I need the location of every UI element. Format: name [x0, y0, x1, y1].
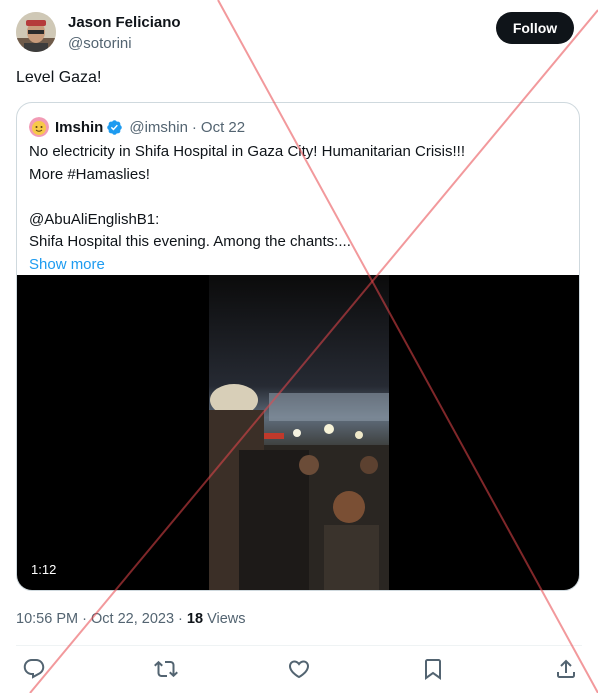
quoted-line: More #Hamaslies!	[29, 165, 150, 183]
quoted-date[interactable]: Oct 22	[201, 119, 245, 136]
quoted-avatar[interactable]	[29, 117, 49, 137]
author-name[interactable]: Jason Feliciano	[68, 14, 181, 31]
reply-icon[interactable]	[22, 657, 46, 681]
retweet-icon[interactable]	[154, 657, 178, 681]
video-thumbnail	[209, 275, 389, 590]
quoted-header: Imshin @imshin · Oct 22	[29, 117, 245, 137]
views-label: Views	[207, 611, 246, 627]
meta-separator: ·	[178, 611, 183, 627]
quoted-line: No electricity in Shifa Hospital in Gaza…	[29, 143, 465, 160]
quoted-text: No electricity in Shifa Hospital in Gaza…	[29, 141, 559, 276]
quoted-handle[interactable]: @imshin	[129, 119, 188, 136]
tweet-time[interactable]: 10:56 PM	[16, 611, 78, 627]
show-more-link[interactable]: Show more	[29, 254, 559, 277]
quoted-line: @AbuAliEnglishB1:	[29, 210, 160, 228]
meta-separator: ·	[191, 118, 197, 136]
tweet-timestamp: 10:56 PM · Oct 22, 2023 · 18 Views	[16, 611, 246, 627]
video-duration: 1:12	[31, 562, 57, 577]
divider	[16, 645, 582, 646]
meta-separator: ·	[82, 611, 87, 627]
author-avatar[interactable]	[16, 12, 56, 52]
views-count: 18	[186, 611, 204, 627]
verified-icon	[107, 119, 123, 135]
follow-button[interactable]: Follow	[496, 12, 574, 44]
quoted-line	[29, 186, 559, 209]
author-handle[interactable]: @sotorini	[68, 35, 132, 52]
quoted-author-name[interactable]: Imshin	[55, 119, 103, 136]
tweet-text: Level Gaza!	[16, 69, 102, 86]
share-icon[interactable]	[554, 657, 578, 681]
quoted-line: Shifa Hospital this evening. Among the c…	[29, 233, 351, 250]
tweet-header: Jason Feliciano @sotorini Follow	[16, 12, 574, 56]
action-bar	[20, 657, 580, 681]
video-player[interactable]: 1:12	[17, 275, 579, 590]
tweet-date[interactable]: Oct 22, 2023	[91, 611, 174, 627]
bookmark-icon[interactable]	[421, 657, 445, 681]
like-icon[interactable]	[287, 657, 311, 681]
quoted-tweet[interactable]: Imshin @imshin · Oct 22 No electricity i…	[16, 102, 580, 591]
